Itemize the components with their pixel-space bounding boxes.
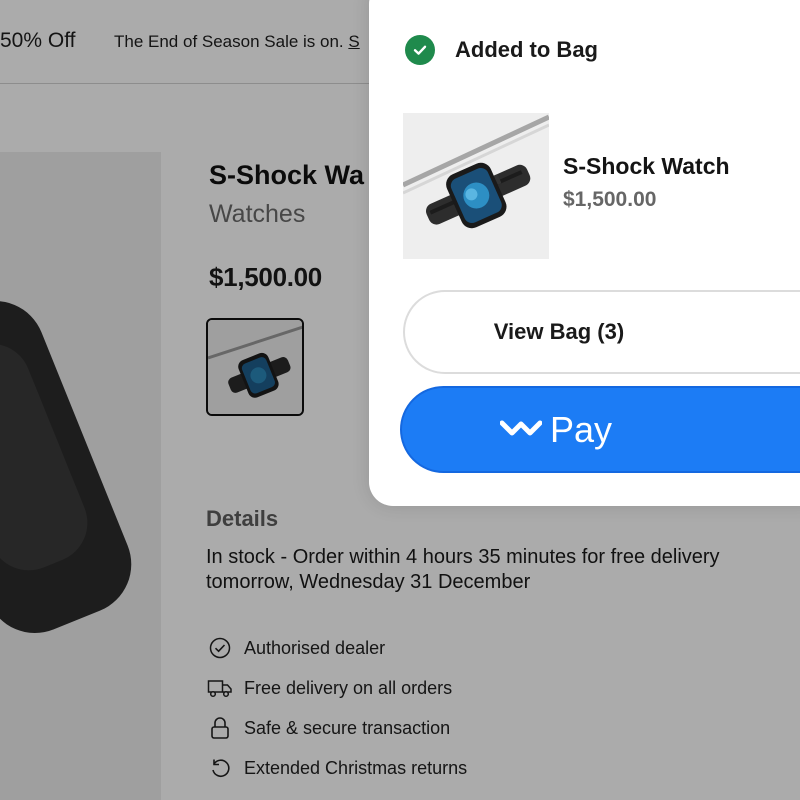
view-bag-button[interactable]: View Bag (3) <box>403 290 800 374</box>
bag-item-image <box>403 113 549 259</box>
bag-item-price: $1,500.00 <box>563 188 657 211</box>
pay-label: Pay <box>549 408 613 450</box>
added-to-bag-panel: Added to Bag S-Shock Watch $1,500.00 Vie… <box>369 0 800 506</box>
bag-item-name: S-Shock Watch <box>563 153 730 179</box>
added-status-text: Added to Bag <box>455 37 598 62</box>
check-icon <box>405 35 435 65</box>
added-status: Added to Bag <box>405 35 598 65</box>
view-bag-label: View Bag (3) <box>493 319 625 344</box>
pay-logo-icon <box>499 413 543 446</box>
pay-button[interactable]: Pay <box>400 386 800 473</box>
